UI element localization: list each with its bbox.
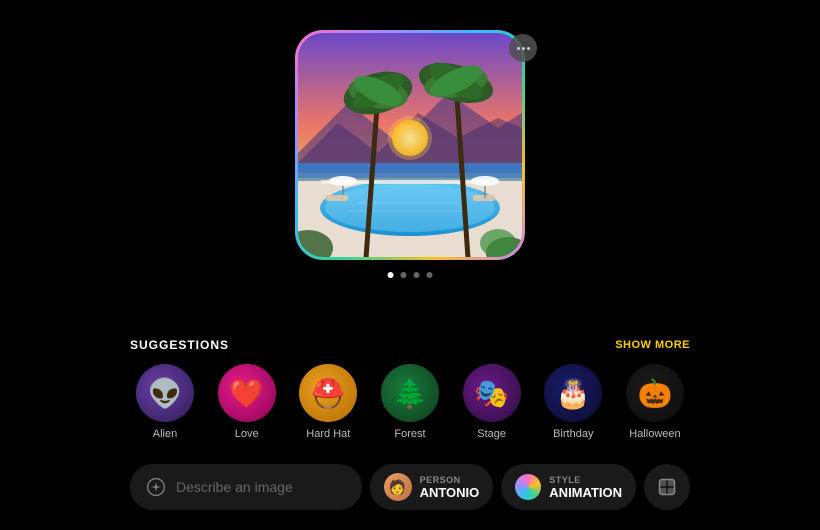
person-pill[interactable]: 🧑 PERSON ANTONIO xyxy=(370,464,494,510)
person-info: PERSON ANTONIO xyxy=(420,475,480,500)
gallery-icon xyxy=(657,477,677,497)
person-avatar: 🧑 xyxy=(384,473,412,501)
style-pill[interactable]: STYLE ANIMATION xyxy=(501,464,636,510)
dot-3[interactable] xyxy=(414,272,420,278)
suggestions-title: SUGGESTIONS xyxy=(130,338,229,352)
person-name-label: ANTONIO xyxy=(420,485,480,500)
dot-1[interactable] xyxy=(388,272,394,278)
show-more-button[interactable]: SHOW MORE xyxy=(615,339,690,351)
suggestion-item-hard-hat[interactable]: ⛑️ Hard Hat xyxy=(293,364,363,440)
bottom-bar: Describe an image 🧑 PERSON ANTONIO STYLE… xyxy=(130,464,690,510)
suggestion-icon-halloween: 🎃 xyxy=(626,364,684,422)
describe-placeholder: Describe an image xyxy=(176,479,293,495)
dot-2[interactable] xyxy=(401,272,407,278)
pagination-dots xyxy=(388,272,433,278)
more-button[interactable] xyxy=(509,34,537,62)
suggestions-header: SUGGESTIONS SHOW MORE xyxy=(130,338,690,352)
suggestion-item-love[interactable]: ❤️ Love xyxy=(212,364,282,440)
dot1 xyxy=(517,47,520,50)
suggestion-items-list: 👽 Alien ❤️ Love ⛑️ Hard Hat 🌲 Forest 🎭 Stage 🎂 Birt… xyxy=(130,364,690,440)
describe-input[interactable]: Describe an image xyxy=(130,464,362,510)
suggestion-item-stage[interactable]: 🎭 Stage xyxy=(457,364,527,440)
suggestion-icon-birthday: 🎂 xyxy=(544,364,602,422)
suggestion-label-hard-hat: Hard Hat xyxy=(306,428,350,440)
suggestion-icon-stage: 🎭 xyxy=(463,364,521,422)
main-image-container xyxy=(295,30,525,260)
dot2 xyxy=(522,47,525,50)
suggestion-icon-forest: 🌲 xyxy=(381,364,439,422)
suggestion-item-alien[interactable]: 👽 Alien xyxy=(130,364,200,440)
suggestion-label-love: Love xyxy=(235,428,259,440)
dot-4[interactable] xyxy=(427,272,433,278)
style-type-label: STYLE xyxy=(549,475,622,485)
dot3 xyxy=(527,47,530,50)
suggestion-icon-love: ❤️ xyxy=(218,364,276,422)
image-border xyxy=(295,30,525,260)
suggestions-section: SUGGESTIONS SHOW MORE 👽 Alien ❤️ Love ⛑️ Hard… xyxy=(130,338,690,440)
suggestion-item-forest[interactable]: 🌲 Forest xyxy=(375,364,445,440)
image-inner xyxy=(298,33,522,257)
suggestion-item-halloween[interactable]: 🎃 Halloween xyxy=(620,364,690,440)
style-info: STYLE ANIMATION xyxy=(549,475,622,500)
gallery-button[interactable] xyxy=(644,464,690,510)
pool-scene-svg xyxy=(298,33,522,257)
style-name-label: ANIMATION xyxy=(549,485,622,500)
suggestion-icon-hard-hat: ⛑️ xyxy=(299,364,357,422)
suggestion-label-stage: Stage xyxy=(477,428,506,440)
suggestion-label-forest: Forest xyxy=(394,428,425,440)
suggestion-item-birthday[interactable]: 🎂 Birthday xyxy=(538,364,608,440)
suggestion-label-birthday: Birthday xyxy=(553,428,593,440)
suggestion-label-halloween: Halloween xyxy=(629,428,680,440)
suggestion-icon-alien: 👽 xyxy=(136,364,194,422)
person-type-label: PERSON xyxy=(420,475,480,485)
sparkle-icon xyxy=(146,477,166,497)
style-ball-icon xyxy=(515,474,541,500)
suggestion-label-alien: Alien xyxy=(153,428,177,440)
